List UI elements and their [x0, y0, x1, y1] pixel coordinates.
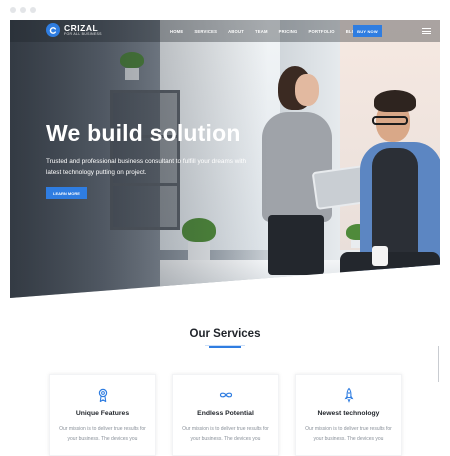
- navbar: CRIZAL FOR ALL BUSINESS HOME SERVICES AB…: [10, 20, 440, 42]
- nav-item-about[interactable]: ABOUT: [228, 29, 244, 34]
- nav-item-pricing[interactable]: PRICING: [279, 29, 298, 34]
- nav-item-services[interactable]: SERVICES: [194, 29, 217, 34]
- brand-tagline: FOR ALL BUSINESS: [64, 32, 102, 36]
- service-card[interactable]: Newest technology Our mission is to deli…: [295, 374, 402, 456]
- service-card[interactable]: Unique Features Our mission is to delive…: [49, 374, 156, 456]
- services-title: Our Services: [189, 328, 261, 340]
- service-card-title: Endless Potential: [197, 410, 254, 417]
- brand-logo[interactable]: CRIZAL FOR ALL BUSINESS: [46, 23, 102, 37]
- service-card[interactable]: Endless Potential Our mission is to deli…: [172, 374, 279, 456]
- logo-icon: [46, 23, 60, 37]
- window-dot-icon: [10, 7, 16, 13]
- nav-item-portfolio[interactable]: PORTFOLIO: [309, 29, 335, 34]
- service-card-text: Our mission is to deliver true results f…: [182, 426, 269, 442]
- rocket-icon: [296, 387, 401, 403]
- hero-section: CRIZAL FOR ALL BUSINESS HOME SERVICES AB…: [10, 20, 440, 298]
- award-ribbon-icon: [50, 387, 155, 403]
- service-card-text: Our mission is to deliver true results f…: [59, 426, 146, 442]
- service-card-text: Our mission is to deliver true results f…: [305, 426, 392, 442]
- learn-more-button[interactable]: LEARN MORE: [46, 187, 87, 199]
- scrollbar[interactable]: [438, 346, 439, 382]
- window-dot-icon: [20, 7, 26, 13]
- hamburger-icon[interactable]: [422, 28, 431, 34]
- service-card-title: Newest technology: [317, 410, 380, 417]
- logo-text: CRIZAL FOR ALL BUSINESS: [64, 22, 102, 37]
- brand-name: CRIZAL: [64, 22, 99, 33]
- service-card-title: Unique Features: [75, 410, 130, 417]
- browser-frame-bar: [0, 0, 450, 20]
- nav-item-home[interactable]: HOME: [170, 29, 183, 34]
- buy-now-button[interactable]: BUY NOW: [353, 25, 382, 37]
- window-dot-icon: [30, 7, 36, 13]
- hero-title: We build solution: [46, 120, 241, 146]
- hero-description: Trusted and professional business consul…: [46, 158, 247, 176]
- nav-item-team[interactable]: TEAM: [255, 29, 268, 34]
- main-menu: HOME SERVICES ABOUT TEAM PRICING PORTFOL…: [170, 20, 370, 42]
- title-underline: [205, 345, 245, 348]
- infinity-icon: [173, 387, 278, 403]
